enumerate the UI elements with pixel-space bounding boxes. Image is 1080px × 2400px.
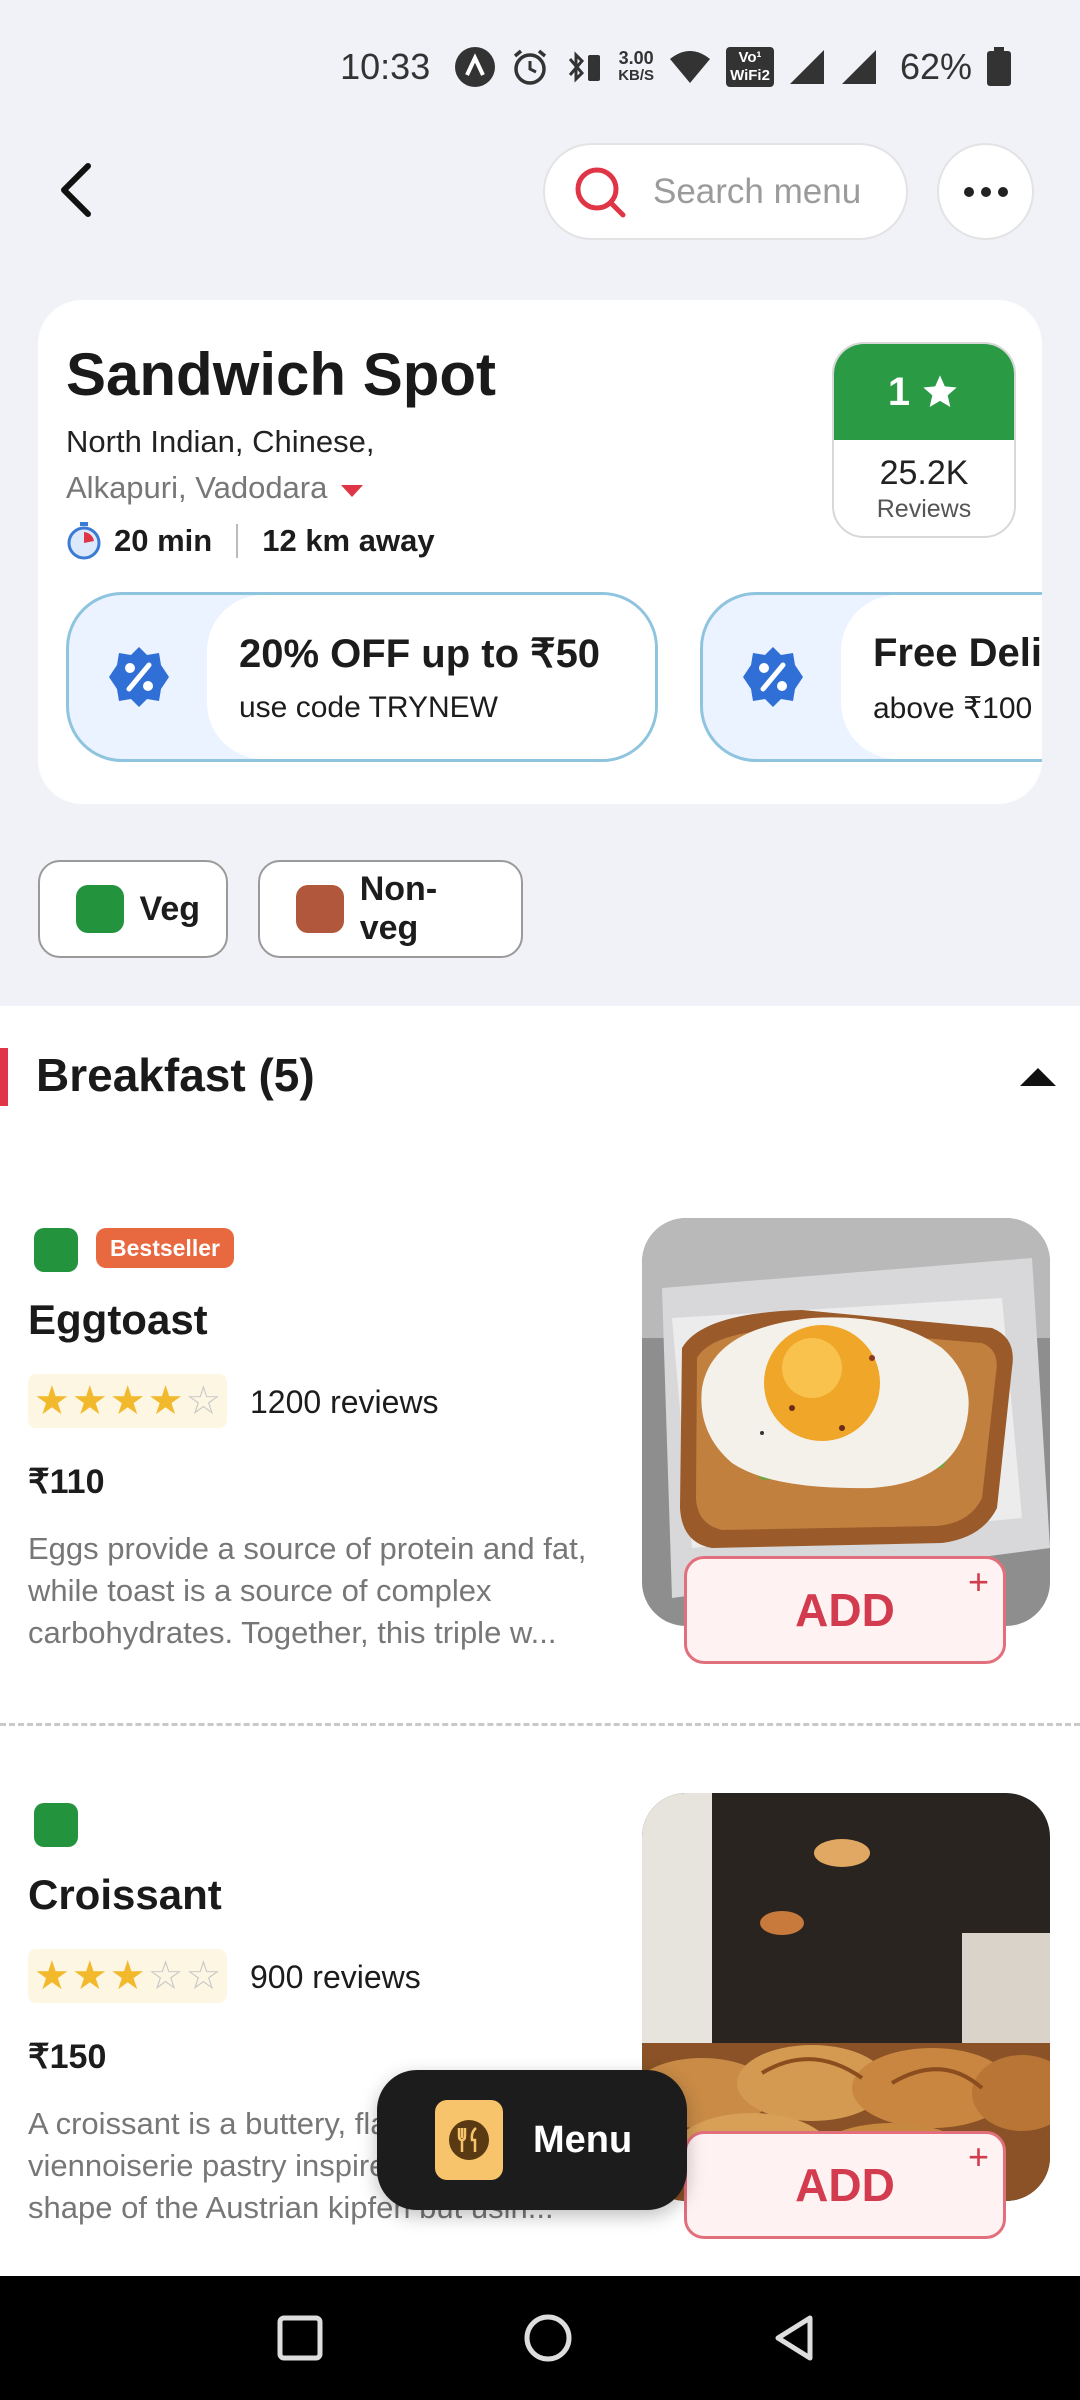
star-filled-icon: ★: [109, 1954, 146, 1998]
signal-icon-2: [840, 48, 878, 86]
back-arrow-icon: [61, 163, 91, 217]
restaurant-location[interactable]: Alkapuri, Vadodara: [66, 470, 364, 506]
item-price: ₹110: [28, 1463, 105, 1501]
more-dot-icon: [997, 186, 1008, 197]
item-name: Eggtoast: [28, 1296, 208, 1343]
offer-subtitle: use code TRYNEW: [239, 691, 498, 724]
category-accent: [0, 1048, 8, 1106]
back-nav-icon[interactable]: [766, 2310, 822, 2366]
item-price: ₹150: [28, 2038, 107, 2076]
discount-badge-icon: [109, 647, 169, 707]
recent-apps-icon[interactable]: [272, 2310, 328, 2366]
add-label: ADD: [795, 1584, 895, 1636]
star-filled-icon: ★: [71, 1954, 108, 1998]
offer-inner: [207, 595, 655, 759]
filter-veg[interactable]: Veg: [38, 860, 228, 958]
star-filled-icon: ★: [147, 1379, 184, 1423]
item-divider: [0, 1723, 1080, 1726]
offer-title: Free Delivery: [873, 631, 1042, 675]
star-empty-icon: ☆: [185, 1954, 222, 1998]
status-time: 10:33: [340, 46, 431, 87]
filter-non-veg[interactable]: Non-veg: [258, 860, 523, 958]
star-icon: [923, 375, 957, 407]
add-to-cart-button[interactable]: ADD +: [684, 1556, 1006, 1664]
location-dropdown-icon: [341, 485, 364, 497]
alarm-icon: [510, 47, 550, 87]
item-description[interactable]: Eggs provide a source of protein and fat…: [28, 1528, 588, 1654]
veg-indicator-icon: [34, 1803, 78, 1847]
bestseller-badge: Bestseller: [96, 1228, 234, 1268]
delivery-time: 20 min: [114, 523, 213, 558]
search-menu-button[interactable]: Search menu: [543, 143, 908, 240]
star-filled-icon: ★: [34, 1954, 70, 1998]
offer-subtitle: above ₹100: [873, 692, 1033, 725]
timer-icon: [67, 522, 101, 560]
filter-label: Non-veg: [359, 870, 438, 947]
star-filled-icon: ★: [34, 1379, 70, 1423]
delivery-distance: 12 km away: [262, 523, 435, 558]
restaurant-cuisine: North Indian, Chinese,: [66, 424, 375, 459]
veg-indicator-icon: [34, 1228, 78, 1272]
signal-icon-1: [788, 48, 826, 86]
meta-divider: [236, 524, 239, 558]
item-star-rating: ★ ★ ★ ★ ☆: [28, 1374, 228, 1428]
delivery-meta: 20 min 12 km away: [66, 522, 435, 560]
offer-card[interactable]: Free Delivery above ₹100: [700, 592, 1042, 762]
back-button[interactable]: [36, 150, 116, 230]
plus-icon: +: [967, 2136, 989, 2177]
wifi-icon: [668, 49, 712, 85]
item-reviews: 1200 reviews: [250, 1384, 439, 1420]
more-dot-icon: [980, 186, 991, 197]
volte-wifi-icon: Vo¹ WiFi2: [726, 47, 774, 87]
more-dot-icon: [963, 186, 974, 197]
plus-icon: +: [967, 1561, 989, 1602]
location-text: Alkapuri, Vadodara: [66, 470, 328, 505]
battery-percent: 62%: [899, 46, 972, 87]
veg-swatch-icon: [76, 885, 124, 933]
floating-menu-button[interactable]: Menu: [377, 2070, 687, 2210]
discount-badge-icon: [743, 647, 803, 707]
collapse-caret-icon[interactable]: [1020, 1068, 1056, 1086]
restaurant-name: Sandwich Spot: [66, 341, 497, 408]
add-to-cart-button[interactable]: ADD +: [684, 2131, 1006, 2239]
status-icons: 10:33 3.00 KB/S Vo¹ WiFi2 62%: [340, 46, 1012, 88]
star-empty-icon: ☆: [147, 1954, 184, 1998]
bluetooth-battery-icon: [564, 47, 604, 87]
offer-inner: [841, 595, 1042, 759]
search-icon: [575, 167, 626, 217]
search-placeholder: Search menu: [653, 171, 862, 211]
item-star-rating: ★ ★ ★ ☆ ☆: [28, 1949, 228, 2003]
item-reviews: 900 reviews: [250, 1959, 421, 1995]
rating-value: 1: [887, 369, 911, 414]
app-notification-icon: [454, 46, 496, 88]
rating-box[interactable]: 1 25.2K Reviews: [832, 342, 1016, 538]
cutlery-icon: [435, 2100, 503, 2180]
floating-menu-label: Menu: [533, 2118, 633, 2161]
rating-badge: 1: [834, 344, 1014, 440]
offer-title: 20% OFF up to ₹50: [239, 632, 601, 676]
battery-icon: [986, 47, 1012, 87]
status-bar: 10:33 3.00 KB/S Vo¹ WiFi2 62%: [0, 0, 1080, 140]
add-label: ADD: [795, 2159, 895, 2211]
item-name: Croissant: [28, 1871, 222, 1918]
home-icon[interactable]: [520, 2310, 576, 2366]
more-options-button[interactable]: [937, 143, 1034, 240]
filter-label: Veg: [139, 889, 200, 928]
offer-card[interactable]: 20% OFF up to ₹50 use code TRYNEW: [66, 592, 658, 762]
star-empty-icon: ☆: [185, 1379, 222, 1423]
restaurant-info-card: Sandwich Spot North Indian, Chinese, Alk…: [38, 300, 1042, 804]
category-title: Breakfast (5): [36, 1049, 315, 1101]
non-veg-swatch-icon: [296, 885, 344, 933]
star-filled-icon: ★: [109, 1379, 146, 1423]
network-speed: 3.00 KB/S: [618, 48, 655, 84]
star-filled-icon: ★: [71, 1379, 108, 1423]
reviews-count: 25.2K: [879, 454, 969, 492]
reviews-label: Reviews: [876, 495, 972, 523]
system-navigation-bar: [0, 2276, 1080, 2400]
